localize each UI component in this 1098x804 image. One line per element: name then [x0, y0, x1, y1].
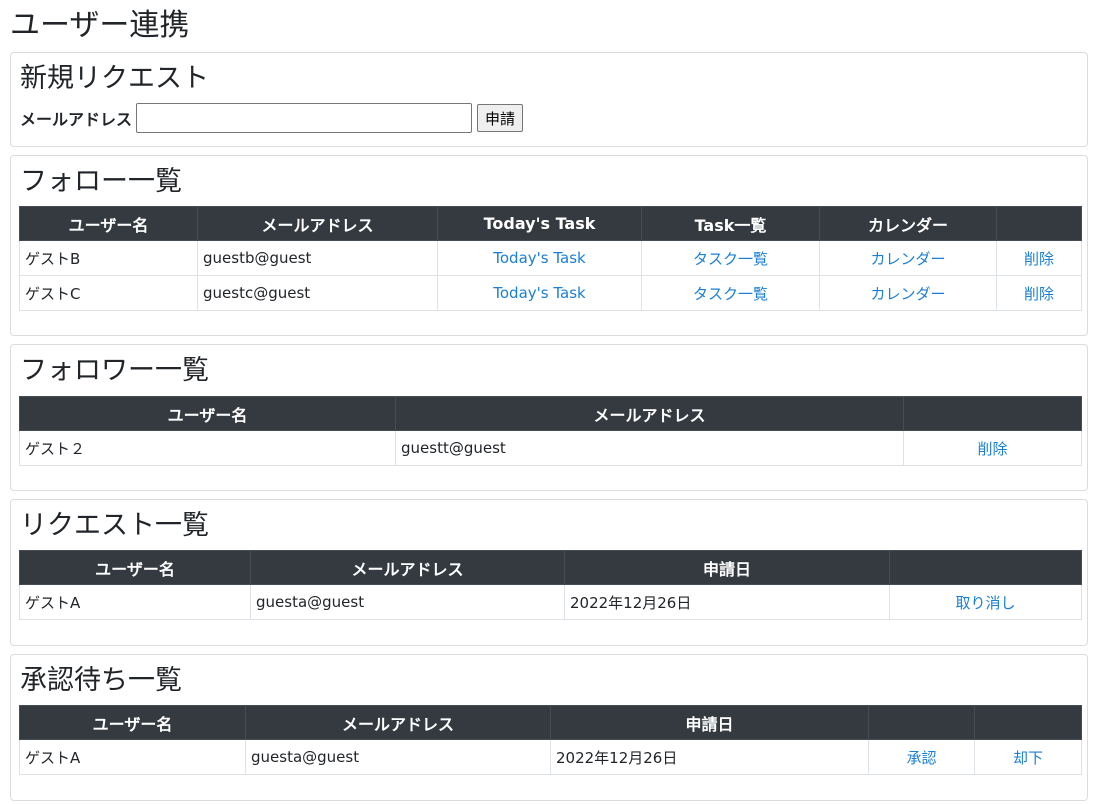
email-cell: guestt@guest — [395, 430, 904, 466]
table-header-row: ユーザー名 メールアドレス — [19, 396, 1082, 431]
username-cell: ゲスト２ — [19, 430, 396, 466]
username-cell: ゲストC — [19, 275, 198, 311]
delete-link[interactable]: 削除 — [977, 440, 1007, 458]
request-card: リクエスト一覧 ユーザー名 メールアドレス 申請日 ゲストA guesta@gu… — [10, 499, 1088, 646]
col-header-reject — [974, 705, 1082, 740]
pending-title: 承認待ち一覧 — [20, 665, 182, 696]
calendar-link[interactable]: カレンダー — [870, 250, 945, 268]
follow-table: ユーザー名 メールアドレス Today's Task Task一覧 カレンダー … — [19, 206, 1082, 311]
follower-title: フォロワー一覧 — [20, 355, 209, 386]
col-header-email: メールアドレス — [197, 206, 438, 241]
col-header-todays-task: Today's Task — [437, 206, 642, 241]
reject-link[interactable]: 却下 — [1013, 749, 1043, 767]
table-header-row: ユーザー名 メールアドレス 申請日 — [19, 550, 1082, 585]
page-title: ユーザー連携 — [10, 8, 190, 43]
follow-title: フォロー一覧 — [20, 166, 182, 197]
col-header-date: 申請日 — [550, 705, 869, 740]
col-header-username: ユーザー名 — [19, 206, 198, 241]
follower-table: ユーザー名 メールアドレス ゲスト２ guestt@guest 削除 — [19, 396, 1082, 466]
col-header-email: メールアドレス — [245, 705, 551, 740]
new-request-card: 新規リクエスト メールアドレス 申請 — [10, 52, 1088, 147]
col-header-actions — [903, 396, 1082, 431]
col-header-email: メールアドレス — [250, 550, 565, 585]
col-header-approve — [868, 705, 975, 740]
email-cell: guestb@guest — [197, 240, 438, 276]
table-header-row: ユーザー名 メールアドレス 申請日 — [19, 705, 1082, 740]
email-label: メールアドレス — [20, 110, 133, 129]
username-cell: ゲストB — [19, 240, 198, 276]
table-row: ゲストA guesta@guest 2022年12月26日 承認 却下 — [19, 739, 1082, 775]
request-list-title: リクエスト一覧 — [20, 510, 209, 541]
col-header-task-list: Task一覧 — [641, 206, 820, 241]
table-row: ゲスト２ guestt@guest 削除 — [19, 430, 1082, 466]
col-header-calendar: カレンダー — [819, 206, 997, 241]
date-cell: 2022年12月26日 — [564, 584, 890, 620]
submit-request-button[interactable]: 申請 — [477, 104, 524, 132]
table-header-row: ユーザー名 メールアドレス Today's Task Task一覧 カレンダー — [19, 206, 1082, 241]
task-list-link[interactable]: タスク一覧 — [693, 250, 768, 268]
delete-link[interactable]: 削除 — [1024, 285, 1054, 303]
pending-card: 承認待ち一覧 ユーザー名 メールアドレス 申請日 ゲストA guesta@gue… — [10, 654, 1088, 801]
request-table: ユーザー名 メールアドレス 申請日 ゲストA guesta@guest 2022… — [19, 550, 1082, 620]
follow-card: フォロー一覧 ユーザー名 メールアドレス Today's Task Task一覧… — [10, 155, 1088, 336]
email-input[interactable] — [136, 103, 473, 133]
col-header-username: ユーザー名 — [19, 396, 396, 431]
todays-task-link[interactable]: Today's Task — [493, 284, 585, 302]
col-header-email: メールアドレス — [395, 396, 904, 431]
follower-card: フォロワー一覧 ユーザー名 メールアドレス ゲスト２ guestt@guest … — [10, 344, 1088, 491]
col-header-username: ユーザー名 — [19, 550, 251, 585]
new-request-title: 新規リクエスト — [20, 63, 209, 94]
delete-link[interactable]: 削除 — [1024, 250, 1054, 268]
table-row: ゲストC guestc@guest Today's Task タスク一覧 カレン… — [19, 275, 1082, 311]
col-header-date: 申請日 — [564, 550, 890, 585]
username-cell: ゲストA — [19, 584, 251, 620]
email-cell: guesta@guest — [245, 739, 551, 775]
request-form: メールアドレス 申請 — [20, 103, 524, 133]
table-row: ゲストB guestb@guest Today's Task タスク一覧 カレン… — [19, 240, 1082, 276]
col-header-username: ユーザー名 — [19, 705, 246, 740]
email-cell: guestc@guest — [197, 275, 438, 311]
cancel-link[interactable]: 取り消し — [955, 594, 1015, 612]
date-cell: 2022年12月26日 — [550, 739, 869, 775]
task-list-link[interactable]: タスク一覧 — [693, 285, 768, 303]
col-header-actions — [996, 206, 1082, 241]
username-cell: ゲストA — [19, 739, 246, 775]
calendar-link[interactable]: カレンダー — [870, 285, 945, 303]
pending-table: ユーザー名 メールアドレス 申請日 ゲストA guesta@guest 2022… — [19, 705, 1082, 775]
todays-task-link[interactable]: Today's Task — [493, 249, 585, 267]
email-cell: guesta@guest — [250, 584, 565, 620]
table-row: ゲストA guesta@guest 2022年12月26日 取り消し — [19, 584, 1082, 620]
col-header-actions — [889, 550, 1082, 585]
approve-link[interactable]: 承認 — [906, 749, 936, 767]
